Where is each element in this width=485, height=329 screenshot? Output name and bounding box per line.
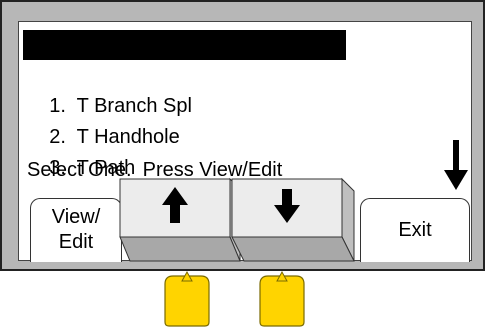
up-handle[interactable] (161, 270, 213, 328)
view-edit-label-line2: Edit (58, 231, 94, 253)
menu-item-t-branch-spl[interactable]: 1. T Branch Spl (27, 61, 192, 117)
view-edit-softkey[interactable]: View/ Edit (30, 198, 122, 262)
exit-softkey[interactable]: Exit (360, 198, 470, 262)
up-softkey[interactable] (118, 177, 242, 263)
exit-label: Exit (398, 219, 432, 241)
down-softkey[interactable] (230, 177, 356, 263)
view-edit-label-line1: View/ (51, 206, 101, 228)
menu-item-t-path[interactable]: 3. T Path (27, 123, 135, 179)
down-handle[interactable] (256, 270, 308, 328)
menu-item-create-new[interactable]: 0.Create New (23, 30, 346, 86)
down-arrow-icon (444, 140, 468, 190)
device-panel: 0.Create New 1. T Branch Spl 2. T Handho… (0, 0, 485, 329)
menu-item-t-handhole[interactable]: 2. T Handhole (27, 92, 179, 148)
